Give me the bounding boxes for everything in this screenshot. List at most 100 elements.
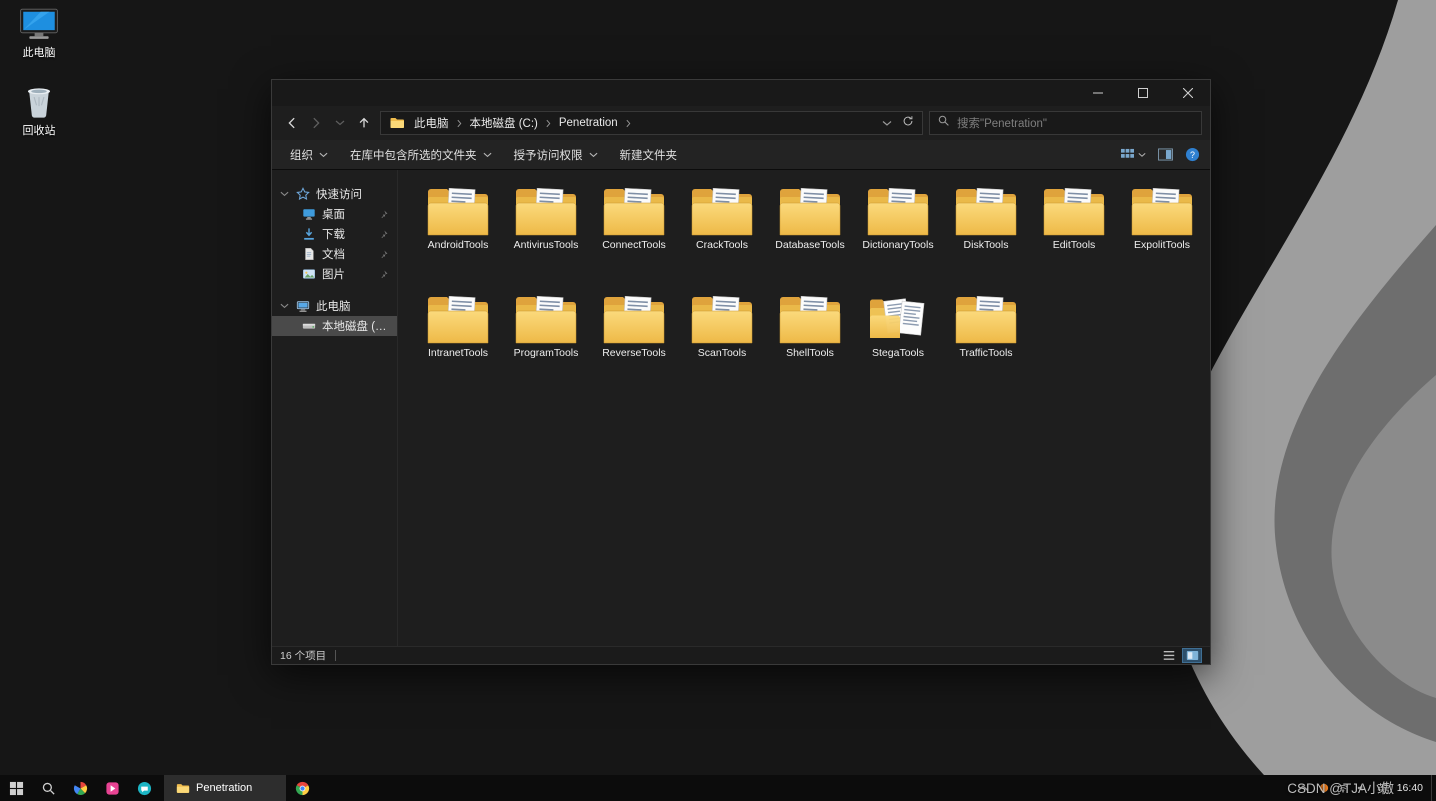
navigation-pane: 快速访问桌面下载文档图片此电脑本地磁盘 (C:)	[272, 170, 398, 646]
breadcrumb-item[interactable]: 此电脑	[407, 112, 456, 134]
folder-item[interactable]: StegaTools	[854, 292, 942, 396]
refresh-icon[interactable]	[902, 114, 914, 132]
search-input[interactable]: 搜索"Penetration"	[929, 111, 1202, 135]
pinwheel-app-icon[interactable]	[64, 775, 96, 801]
breadcrumb-item[interactable]: 本地磁盘 (C:)	[463, 112, 545, 134]
toolbar-button-label: 授予访问权限	[514, 147, 583, 163]
sidebar-item[interactable]: 桌面	[272, 204, 397, 224]
desktop-icon-this-pc[interactable]: 此电脑	[6, 6, 72, 60]
breadcrumb-item[interactable]: Penetration	[552, 112, 625, 134]
folder-item[interactable]: ScanTools	[678, 292, 766, 396]
large-icons-view-button[interactable]	[1182, 648, 1202, 663]
folder-icon	[513, 184, 579, 238]
back-button[interactable]	[280, 111, 304, 135]
start-button[interactable]	[0, 775, 32, 801]
search-icon	[937, 114, 950, 132]
clock[interactable]: 16:40	[1397, 782, 1423, 794]
sidebar-section-label: 此电脑	[316, 298, 351, 314]
folder-item-label: ReverseTools	[602, 347, 666, 361]
up-button[interactable]	[352, 111, 376, 135]
help-icon[interactable]: ?	[1185, 147, 1200, 162]
search-placeholder: 搜索"Penetration"	[957, 115, 1047, 131]
pin-icon	[378, 249, 389, 260]
folder-item[interactable]: DictionaryTools	[854, 184, 942, 288]
address-dropdown-chevron-icon[interactable]	[882, 114, 892, 132]
folder-item-label: AndroidTools	[428, 239, 489, 253]
chevron-right-icon	[456, 119, 463, 128]
sidebar-item[interactable]: 下载	[272, 224, 397, 244]
sidebar-section-header[interactable]: 快速访问	[272, 184, 397, 204]
folder-icon	[777, 184, 843, 238]
preview-pane-button[interactable]	[1158, 148, 1173, 161]
folder-item[interactable]: ExpolitTools	[1118, 184, 1206, 288]
recent-locations-chevron-icon[interactable]	[328, 111, 352, 135]
folder-icon	[425, 292, 491, 346]
change-view-button[interactable]	[1120, 148, 1146, 161]
folder-item[interactable]: TrafficTools	[942, 292, 1030, 396]
address-bar[interactable]: 此电脑本地磁盘 (C:) Penetration	[380, 111, 923, 135]
taskbar-app-penetration[interactable]: Penetration	[164, 775, 286, 801]
folder-item[interactable]: EditTools	[1030, 184, 1118, 288]
sidebar-section-header[interactable]: 此电脑	[272, 296, 397, 316]
folder-item-label: EditTools	[1053, 239, 1096, 253]
toolbar-button[interactable]: 组织	[282, 143, 336, 167]
folder-item[interactable]: ReverseTools	[590, 292, 678, 396]
chrome-icon[interactable]	[286, 775, 318, 801]
sidebar-item[interactable]: 图片	[272, 264, 397, 284]
folder-icon	[953, 292, 1019, 346]
folder-item[interactable]: ProgramTools	[502, 292, 590, 396]
desktop-icon-recycle-bin[interactable]: 回收站	[6, 84, 72, 138]
pink-app-icon[interactable]	[96, 775, 128, 801]
folder-item[interactable]: ShellTools	[766, 292, 854, 396]
sidebar-item[interactable]: 文档	[272, 244, 397, 264]
desktop-icon-label: 此电脑	[6, 44, 72, 60]
sidebar-item-label: 下载	[322, 226, 345, 242]
details-view-button[interactable]	[1159, 648, 1179, 663]
location-folder-icon	[389, 115, 405, 131]
taskbar: Penetration 英 16:40	[0, 775, 1436, 801]
desktop: 此电脑 回收站	[0, 0, 1436, 801]
recycle-bin-icon	[18, 84, 60, 120]
breadcrumb: 此电脑本地磁盘 (C:) Penetration	[407, 112, 632, 134]
pin-icon	[378, 269, 389, 280]
folder-item-label: IntranetTools	[428, 347, 488, 361]
taskbar-app-label: Penetration	[196, 782, 252, 794]
folder-item[interactable]: CrackTools	[678, 184, 766, 288]
folder-item[interactable]: DatabaseTools	[766, 184, 854, 288]
folder-item-label: ConnectTools	[602, 239, 666, 253]
sidebar-item[interactable]: 本地磁盘 (C:)	[272, 316, 397, 336]
sidebar-section-label: 快速访问	[316, 186, 362, 202]
doc-icon	[302, 247, 316, 261]
folder-icon	[1129, 184, 1195, 238]
chevron-right-icon	[545, 119, 552, 128]
minimize-button[interactable]	[1075, 80, 1120, 106]
folder-item[interactable]: ConnectTools	[590, 184, 678, 288]
teal-app-icon[interactable]	[128, 775, 160, 801]
expand-chevron-icon[interactable]	[280, 303, 290, 309]
file-list-pane[interactable]: AndroidTools AntivirusTools ConnectTools Cr…	[398, 170, 1210, 646]
toolbar-button[interactable]: 新建文件夹	[612, 143, 686, 167]
toolbar-button[interactable]: 在库中包含所选的文件夹	[342, 143, 500, 167]
forward-button[interactable]	[304, 111, 328, 135]
folder-icon	[953, 184, 1019, 238]
expand-chevron-icon[interactable]	[280, 191, 290, 197]
folder-item[interactable]: AntivirusTools	[502, 184, 590, 288]
svg-text:?: ?	[1190, 150, 1195, 160]
this-pc-icon	[18, 6, 60, 42]
search-icon[interactable]	[32, 775, 64, 801]
folder-item[interactable]: IntranetTools	[414, 292, 502, 396]
folder-icon	[865, 184, 931, 238]
folder-icon	[176, 782, 190, 795]
explorer-window: 此电脑本地磁盘 (C:)Penetration 搜索"Penetration"	[271, 79, 1211, 665]
toolbar-button[interactable]: 授予访问权限	[506, 143, 606, 167]
titlebar[interactable]	[272, 80, 1210, 106]
folder-item[interactable]: AndroidTools	[414, 184, 502, 288]
maximize-button[interactable]	[1120, 80, 1165, 106]
star-icon	[296, 187, 310, 201]
close-button[interactable]	[1165, 80, 1210, 106]
folder-item[interactable]: DiskTools	[942, 184, 1030, 288]
show-desktop-button[interactable]	[1431, 775, 1436, 801]
sidebar-section: 快速访问桌面下载文档图片	[272, 184, 397, 284]
folder-item-label: ShellTools	[786, 347, 834, 361]
status-bar: 16 个项目	[272, 646, 1210, 664]
